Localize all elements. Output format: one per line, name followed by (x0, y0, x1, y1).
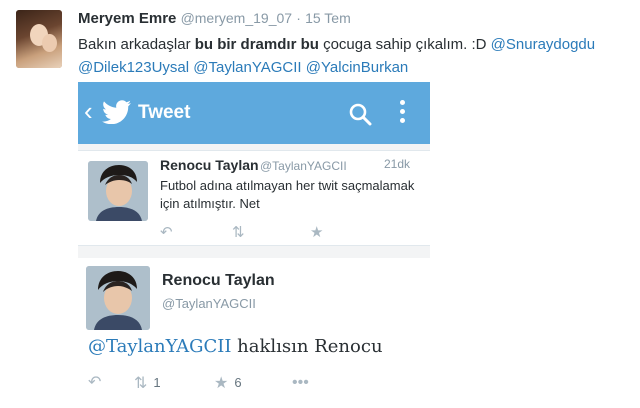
quoted-time: 21dk (384, 157, 411, 171)
twitter-bird-icon (102, 100, 131, 124)
quoted-tweet-card: Renocu Taylan @TaylanYAGCII 21dk Futbol … (78, 150, 430, 246)
quoted-text: Futbol adına atılmayan her twit saçmalam… (160, 178, 415, 211)
tweet-text-part2: çocuga sahip çıkalım. :D (318, 36, 491, 53)
quoted-author-name: Renocu Taylan (160, 157, 259, 173)
favorite-button[interactable]: ★ 6 (214, 372, 242, 395)
avatar-photo (88, 161, 148, 221)
retweet-count: 1 (153, 375, 161, 390)
reply-body: haklısın Renocu (231, 336, 383, 357)
tweet-date[interactable]: 15 Tem (305, 10, 351, 26)
author-handle[interactable]: @meryem_19_07 (181, 10, 293, 26)
reply-mention: @TaylanYAGCII (88, 336, 232, 357)
star-icon: ★ (310, 224, 324, 241)
reply-icon: ↶ (160, 224, 173, 241)
avatar (88, 161, 148, 221)
favorite-count: 6 (234, 375, 242, 390)
attached-screenshot[interactable]: ‹ Tweet Renocu Taylan @TaylanYAGCII 21dk… (78, 82, 430, 406)
mention-link[interactable]: @Dilek123Uysal (78, 59, 189, 76)
mention-link[interactable]: @TaylanYAGCII (193, 59, 301, 76)
mention-link[interactable]: @Snuraydogdu (491, 36, 595, 53)
mention-link[interactable]: @YalcinBurkan (306, 59, 409, 76)
app-topbar: ‹ Tweet (78, 82, 430, 144)
quoted-actions: ↶ ⇅ ★ (160, 223, 420, 241)
star-icon: ★ (214, 375, 229, 392)
reply-text: @TaylanYAGCII haklısın Renocu (88, 336, 383, 357)
tweet-actions: ↶ ⇅ 1 ★ 6 ••• (88, 372, 448, 396)
author-avatar[interactable] (16, 10, 62, 68)
avatar (86, 266, 150, 330)
search-icon (349, 103, 372, 126)
avatar-photo (86, 266, 150, 330)
back-chevron-icon: ‹ (84, 96, 93, 126)
topbar-title: Tweet (138, 102, 191, 123)
avatar-face-2 (42, 34, 57, 52)
more-horizontal-icon: ••• (292, 374, 309, 391)
retweet-icon: ⇅ (232, 224, 245, 241)
quoted-author-handle: @TaylanYAGCII (260, 159, 347, 173)
retweet-button[interactable]: ⇅ 1 (134, 372, 161, 395)
reply-icon: ↶ (88, 374, 102, 391)
tweet-text: Bakın arkadaşlar bu bir dramdır bu çocug… (78, 33, 634, 79)
tweet-text-part1: Bakın arkadaşlar (78, 36, 195, 53)
more-button[interactable]: ••• (292, 372, 309, 394)
retweet-icon: ⇅ (134, 375, 148, 392)
detail-author-name: Renocu Taylan (162, 272, 275, 289)
tweet-header: Meryem Emre @meryem_19_07 · 15 Tem (78, 10, 351, 27)
separator: · (296, 10, 301, 26)
detail-author-handle: @TaylanYAGCII (162, 296, 256, 311)
tweet-text-bold: bu bir dramdır bu (194, 36, 319, 53)
tweet: Meryem Emre @meryem_19_07 · 15 Tem Bakın… (0, 0, 640, 408)
author-name[interactable]: Meryem Emre (78, 10, 176, 27)
more-vertical-icon (400, 100, 406, 126)
reply-button[interactable]: ↶ (88, 372, 101, 394)
